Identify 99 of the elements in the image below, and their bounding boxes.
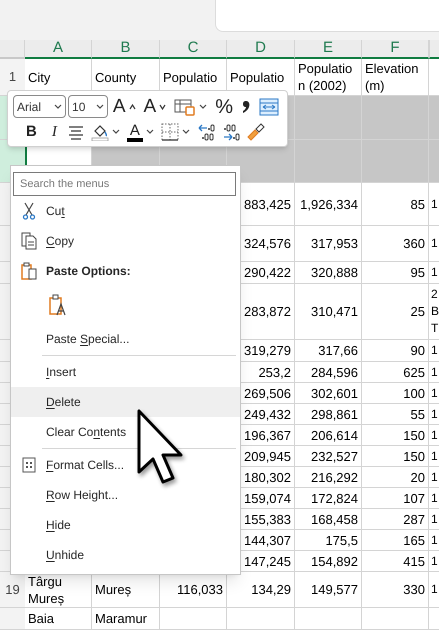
table-cell: 320,888 (295, 262, 362, 284)
column-header[interactable]: A (25, 40, 92, 59)
table-cell: 85 (362, 183, 429, 226)
table-cell (227, 608, 295, 630)
borders-icon (160, 123, 179, 141)
table-cell: 95 (362, 262, 429, 284)
menu-heading: Paste Options: (11, 256, 240, 286)
table-cell: 317,66 (295, 340, 362, 362)
table-cell (429, 140, 439, 183)
menu-item[interactable]: Cut (11, 196, 240, 226)
table-cell: 90 (362, 340, 429, 362)
table-cell: 317,953 (295, 226, 362, 262)
table-cell (295, 96, 362, 140)
menu-item[interactable]: Row Height... (11, 480, 240, 510)
table-cell: 149,577 (295, 572, 362, 608)
menu-item[interactable]: Paste Special... (11, 324, 240, 354)
table-cell: Baia (25, 608, 92, 630)
merge-icon (259, 98, 279, 116)
menu-item[interactable]: Unhide (11, 540, 240, 570)
column-header[interactable]: F (362, 40, 429, 59)
table-cell: 154,892 (295, 551, 362, 572)
menu-item[interactable]: Copy (11, 226, 240, 256)
font-color-button[interactable]: A (124, 121, 157, 143)
caret-icon (112, 129, 120, 135)
table-cell: 206,614 (295, 425, 362, 446)
table-cell: 165 (362, 530, 429, 551)
table-cell (295, 608, 362, 630)
table-cell (429, 96, 439, 140)
caret-icon (146, 129, 154, 135)
grid-icon (22, 457, 36, 473)
row-header[interactable]: 19 (0, 572, 25, 608)
table-cell: Mureș (92, 572, 160, 608)
table-cell: 150 (362, 446, 429, 467)
paintbrush-icon (246, 123, 265, 141)
align-center-icon (68, 124, 84, 140)
table-cell: 150 (362, 425, 429, 446)
table-cell: 415 (362, 551, 429, 572)
table-cell: Populatio n (2002) (295, 59, 362, 96)
caret-icon (199, 104, 208, 110)
table-cell: 100 (362, 383, 429, 404)
table-cell: 175,5 (295, 530, 362, 551)
table-cell: 25 (362, 284, 429, 340)
column-header[interactable]: C (160, 40, 227, 59)
table-style-icon (174, 98, 196, 116)
table-cell (160, 608, 227, 630)
menu-item[interactable]: Insert (11, 357, 240, 387)
table-cell (362, 96, 429, 140)
table-cell: 298,861 (295, 404, 362, 425)
table-cell: 116,033 (160, 572, 227, 608)
caret-icon (96, 104, 104, 110)
table-cell: 1,926,334 (295, 183, 362, 226)
menu-item[interactable]: Hide (11, 510, 240, 540)
table-cell: Maramur (92, 608, 160, 630)
column-header[interactable] (429, 40, 439, 59)
table-cell: 287 (362, 509, 429, 530)
copy-icon (20, 232, 36, 250)
table-cell: 232,527 (295, 446, 362, 467)
table-cell: 625 (362, 362, 429, 383)
clipboard-icon (20, 262, 36, 280)
search-field[interactable]: Search the menus (13, 172, 236, 196)
table-cell: Elevation (m) (362, 59, 429, 96)
table-cell: Târgu Mureș (25, 572, 92, 608)
italic-button[interactable]: I (44, 121, 64, 143)
column-header[interactable]: D (227, 40, 295, 59)
table-cell: 172,824 (295, 488, 362, 509)
bold-button[interactable]: B (19, 121, 44, 143)
table-cell (362, 608, 429, 630)
decrease-decimal-icon (222, 123, 240, 141)
paint-bucket-icon (90, 123, 109, 141)
table-cell: 20 (362, 467, 429, 488)
font-size-dropdown[interactable]: 10 (68, 95, 108, 118)
table-cell: 330 (362, 572, 429, 608)
caret-icon (128, 102, 136, 110)
caret-icon (159, 102, 166, 110)
table-cell (295, 140, 362, 183)
font-dropdown[interactable]: Arial (13, 95, 66, 118)
increase-decimal-icon (196, 123, 215, 141)
caret-icon (182, 129, 190, 135)
clipboard-icon (49, 294, 67, 316)
percent-button[interactable]: % (212, 96, 236, 118)
table-cell: 107 (362, 488, 429, 509)
menu-item[interactable]: Delete (11, 387, 240, 417)
table-cell: 55 (362, 404, 429, 425)
column-header[interactable]: B (92, 40, 160, 59)
grow-font-button[interactable]: A (110, 96, 139, 118)
scissors-icon (22, 202, 36, 220)
comma-icon (241, 98, 251, 114)
table-cell: 360 (362, 226, 429, 262)
table-cell: 168,458 (295, 509, 362, 530)
table-cell: 216,292 (295, 467, 362, 488)
table-cell: 284,596 (295, 362, 362, 383)
menu-item[interactable]: Clear Contents (11, 417, 240, 447)
shrink-font-button[interactable]: A (140, 96, 170, 118)
table-cell: 310,471 (295, 284, 362, 340)
caret-icon (54, 104, 62, 110)
column-header[interactable]: E (295, 40, 362, 59)
table-cell: 302,601 (295, 383, 362, 404)
table-cell (362, 140, 429, 183)
table-cell: 134,29 (227, 572, 295, 608)
